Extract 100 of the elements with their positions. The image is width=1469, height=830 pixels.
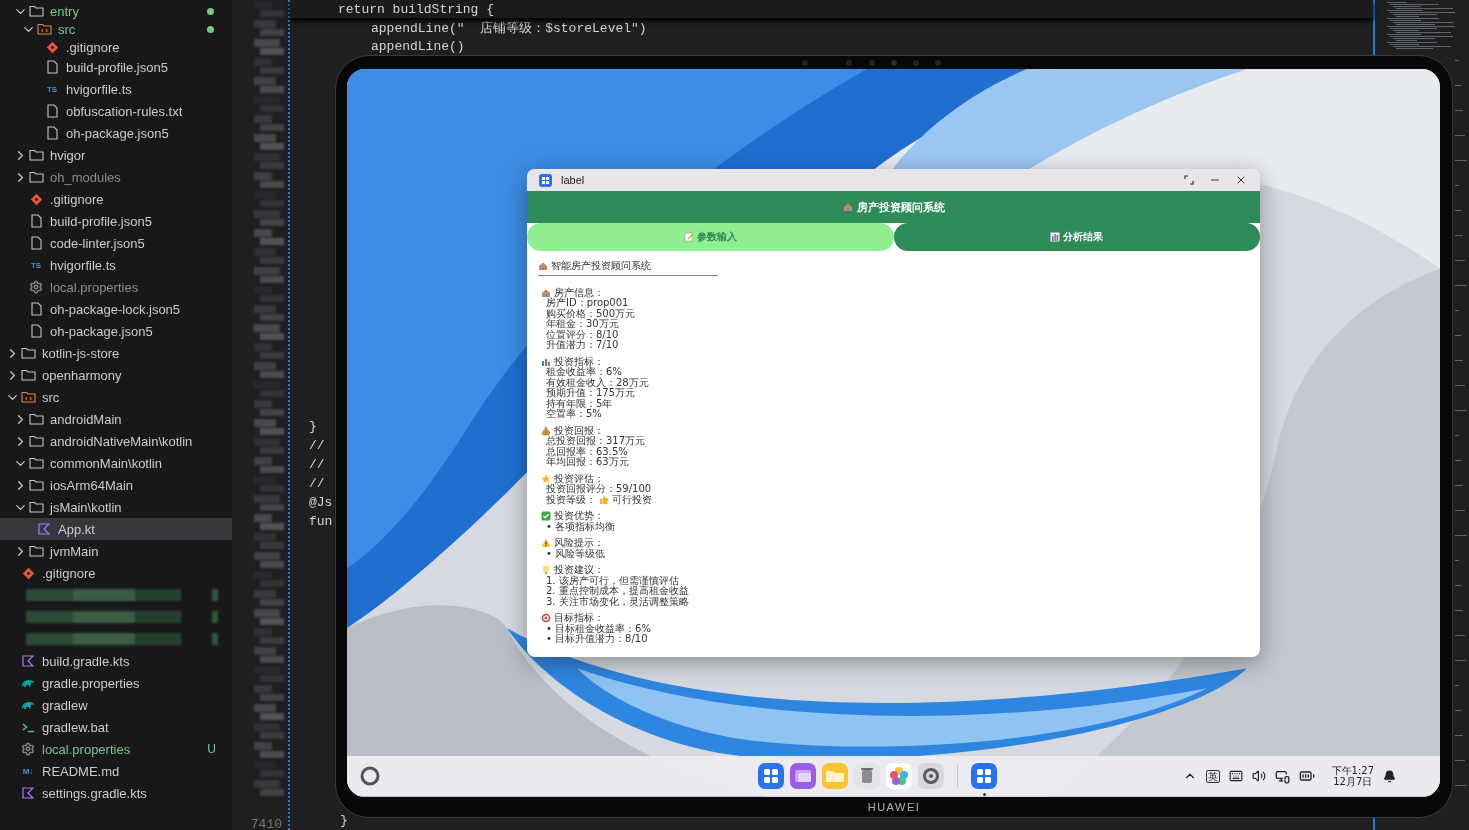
tree-item[interactable]: code-linter.json5 (0, 232, 232, 254)
elephant-icon (21, 677, 35, 689)
report-line: 租金收益率：6% (546, 367, 622, 378)
tree-item[interactable]: oh-package.json5 (0, 320, 232, 342)
tree-item[interactable]: commonMain\kotlin (0, 452, 232, 474)
tree-item[interactable]: entry (0, 2, 232, 20)
tree-item[interactable]: hvigor (0, 144, 232, 166)
thumbs-up-icon (599, 494, 609, 505)
section-heading: 投资评估： (554, 473, 604, 484)
tree-item[interactable]: jvmMain (0, 540, 232, 562)
tree-item[interactable]: gradlew (0, 694, 232, 716)
tree-item[interactable]: M↓ README.md (0, 760, 232, 782)
tree-item[interactable]: .gitignore (0, 188, 232, 210)
tree-item[interactable]: local.properties U (0, 738, 232, 760)
section-heading: 投资优势： (554, 511, 604, 521)
gear-icon (21, 742, 35, 756)
devices-icon[interactable] (1274, 768, 1290, 784)
tree-item[interactable]: gradlew.bat (0, 716, 232, 738)
code-line: fun (309, 514, 333, 529)
code-line: @Js (309, 495, 333, 510)
target-icon (541, 613, 551, 624)
tree-item[interactable]: gradle.properties (0, 672, 232, 694)
tree-item[interactable]: oh-package.json5 (0, 122, 232, 144)
app-icon (539, 173, 552, 187)
tree-item[interactable]: openharmony (0, 364, 232, 386)
tree-item[interactable]: TS hvigorfile.ts (0, 78, 232, 100)
gear-app-icon[interactable] (918, 763, 944, 789)
report-line: 投资回报评分：59/100 (546, 484, 652, 494)
cards-app-icon[interactable] (790, 763, 816, 789)
app-title: 房产投资顾问系统 (856, 199, 945, 215)
tree-item[interactable]: oh_modules (0, 166, 232, 188)
folder-icon (28, 435, 44, 447)
file-type-label: TS (30, 260, 42, 270)
section-heading: 投资指标： (554, 356, 604, 367)
grid-app-icon[interactable] (971, 763, 997, 789)
section-heading: 目标指标： (554, 613, 604, 623)
trash-can-icon[interactable] (854, 763, 880, 789)
report-line: 2. 重点控制成本，提高租金收益 (546, 586, 689, 596)
grid-app-icon[interactable] (758, 763, 784, 789)
report-line: 年租金：30万元 (546, 319, 619, 329)
report-line: 投资等级： (546, 494, 596, 505)
report-line: • 目标租金收益率：6% (546, 623, 651, 634)
tree-item[interactable]: App.kt (0, 518, 232, 540)
tree-item[interactable]: build-profile.json5 (0, 56, 232, 78)
bell-icon[interactable] (1383, 769, 1396, 783)
folder-icon (28, 171, 44, 183)
tree-item[interactable]: jsMain\kotlin (0, 496, 232, 518)
section-heading: 风险提示： (554, 538, 604, 548)
section-heading: 投资建议： (554, 565, 604, 575)
tree-item[interactable]: obfuscation-rules.txt (0, 100, 232, 122)
report-line: 持有年限：5年 (546, 398, 613, 409)
report-line: 年均回报：63万元 (546, 457, 629, 468)
ring-icon[interactable] (359, 765, 381, 787)
folder-icon (20, 369, 36, 381)
tab[interactable]: 分析结果 (893, 223, 1260, 251)
tree-item[interactable]: androidNativeMain\kotlin (0, 430, 232, 452)
file-icon (30, 324, 42, 338)
check-icon (541, 511, 551, 522)
tree-item[interactable]: src (0, 20, 232, 38)
tree-item[interactable]: kotlin-js-store (0, 342, 232, 364)
tree-item[interactable]: iosArm64Main (0, 474, 232, 496)
battery-icon[interactable] (1298, 768, 1315, 784)
tree-item[interactable]: .gitignore (0, 38, 232, 56)
volume-icon[interactable] (1251, 769, 1266, 783)
report-line: 总投资回报：317万元 (546, 436, 646, 447)
tree-item[interactable]: local.properties (0, 276, 232, 298)
terminal-icon (21, 721, 35, 733)
elephant-icon (21, 699, 35, 711)
tree-item[interactable]: oh-package-lock.json5 (0, 298, 232, 320)
code-line: return buildString { (338, 1, 495, 17)
close-icon (1235, 174, 1247, 186)
tree-item[interactable]: src (0, 386, 232, 408)
keyboard-icon[interactable] (1228, 769, 1243, 783)
code-line: appendLine() (371, 39, 465, 54)
tree-item[interactable]: build-profile.json5 (0, 210, 232, 232)
report-line: 预期升值：175万元 (546, 388, 636, 399)
house-icon (538, 261, 548, 272)
tree-item[interactable]: .gitignore (0, 562, 232, 584)
kotlin-icon (38, 523, 50, 535)
report-line: 1. 该房产可行，但需谨慎评估 (546, 575, 679, 586)
tree-item[interactable]: androidMain (0, 408, 232, 430)
folder-icon (28, 413, 44, 425)
tree-item[interactable]: TS hvigorfile.ts (0, 254, 232, 276)
flower-app-icon[interactable] (886, 763, 912, 789)
memo-icon (683, 232, 694, 242)
tree-item[interactable]: settings.gradle.kts (0, 782, 232, 804)
folder-icon (28, 5, 44, 17)
gear-icon (29, 280, 43, 294)
kotlin-icon (22, 655, 34, 667)
folder-icon (28, 457, 44, 469)
clock[interactable]: 下午1:27 12月7日 (1331, 765, 1374, 787)
input-method-indicator[interactable]: 英 (1205, 769, 1220, 783)
code-line: // (309, 438, 325, 453)
section-heading: 房产信息： (554, 287, 604, 298)
folder-icon (20, 347, 36, 359)
report-line: 有效租金收入：28万元 (546, 377, 649, 388)
file-icon (30, 214, 42, 228)
money-bag-icon (541, 425, 551, 436)
report-line: 总回报率：63.5% (546, 446, 628, 457)
tree-item[interactable]: build.gradle.kts (0, 650, 232, 672)
